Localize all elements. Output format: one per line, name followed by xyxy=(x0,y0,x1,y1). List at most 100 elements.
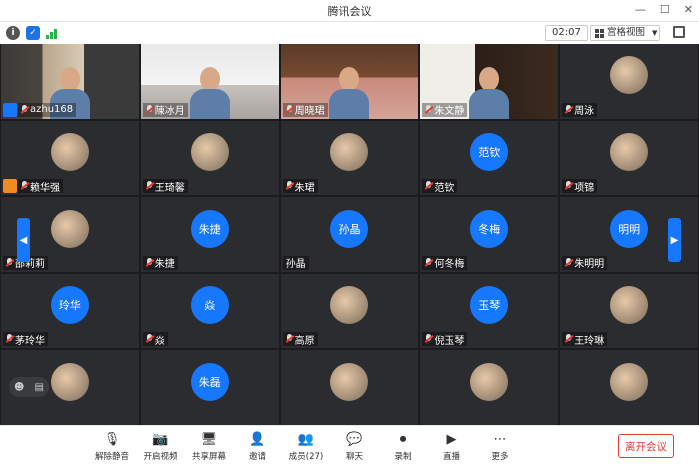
host-badge-icon xyxy=(3,102,17,117)
floating-controls[interactable]: ☻ ▤ xyxy=(9,377,49,397)
avatar xyxy=(610,286,649,325)
toolbar-button-label: 共享屏幕 xyxy=(191,452,226,462)
mic-muted-icon: 🎙 xyxy=(103,431,121,447)
participant-name-tag: 焱 xyxy=(142,332,168,347)
toolbar-button-label: 解除静音 xyxy=(94,452,129,462)
share-screen-icon: 🖥 xyxy=(200,431,218,447)
bottom-control-bar: 离开会议 🎙 解除静音 📷 开启视频 🖥 共享屏幕 👤 邀请 👥 成员(27) 💬 聊天 ⏺ 录制 ▶ 直播 ⋯… xyxy=(0,425,699,465)
signal-icon[interactable] xyxy=(46,27,60,39)
participant-name-tag: 王琦馨 xyxy=(142,179,188,194)
meeting-timer: 02:07 xyxy=(545,25,588,41)
participant-name-tag: 何冬梅 xyxy=(422,255,468,270)
participant-tile[interactable] xyxy=(420,350,559,425)
avatar xyxy=(50,209,89,248)
video-grid: azhu168 陳冰月 周晓珺 朱文静 周泳 赖华强 王琦馨 朱珺 范钦 范钦 项锦 邵莉莉 朱捷 朱捷孙… xyxy=(0,44,699,425)
emoji-icon[interactable]: ☻ xyxy=(14,382,24,393)
participant-tile[interactable]: 朱捷 朱捷 xyxy=(140,197,279,272)
avatar xyxy=(50,132,89,171)
participant-name-tag: 茅玲华 xyxy=(3,332,48,347)
participant-tile[interactable]: azhu168 xyxy=(1,44,139,119)
participant-name-tag: 周泳 xyxy=(562,102,598,118)
more-button[interactable]: ⋯ 更多 xyxy=(476,430,524,463)
participant-tile[interactable]: 赖华强 xyxy=(1,120,139,196)
participant-tile[interactable] xyxy=(560,350,698,425)
toolbar-button-label: 录制 xyxy=(394,452,412,462)
mic-muted-icon xyxy=(146,257,153,268)
chat-button[interactable]: 💬 聊天 xyxy=(331,430,379,463)
participant-name: 孙晶 xyxy=(285,259,306,271)
avatar: 朱捷 xyxy=(190,209,229,248)
participant-name-tag: 高原 xyxy=(282,332,318,347)
participant-tile[interactable]: 玲华 茅玲华 xyxy=(1,273,139,349)
minimize-icon[interactable]: — xyxy=(635,3,646,16)
participant-tile[interactable]: 焱焱 xyxy=(140,273,279,349)
participant-name: 高原 xyxy=(294,335,315,347)
cohost-badge-icon xyxy=(3,179,17,194)
mic-muted-icon xyxy=(565,181,572,191)
participant-tile[interactable]: 朱文静 xyxy=(420,44,559,119)
toolbar-button-label: 邀请 xyxy=(248,452,266,462)
maximize-icon[interactable]: ☐ xyxy=(660,3,670,16)
members-icon: 👥 xyxy=(297,431,315,447)
view-mode-dropdown[interactable]: 宫格视图 ▼ xyxy=(590,25,660,41)
meeting-toolbar: i ✓ 02:07 宫格视图 ▼ xyxy=(0,22,699,44)
participant-name: 朱捷 xyxy=(154,259,175,271)
participant-tile[interactable]: 王玲琳 xyxy=(560,273,698,349)
mic-muted-icon xyxy=(6,257,13,268)
avatar xyxy=(610,56,649,95)
participant-name: 朱明明 xyxy=(574,259,605,271)
participant-name-tag: 朱明明 xyxy=(562,255,608,271)
share-screen-button[interactable]: 🖥 共享屏幕 xyxy=(185,430,233,463)
chat-bubble-icon[interactable]: ▤ xyxy=(35,382,44,393)
close-icon[interactable]: ✕ xyxy=(684,3,693,16)
participant-tile[interactable]: 周晓珺 xyxy=(280,44,419,119)
mic-muted-icon xyxy=(565,104,572,115)
avatar xyxy=(330,286,369,325)
participant-tile[interactable]: 项锦 xyxy=(560,120,698,196)
participant-tile[interactable]: 高原 xyxy=(280,273,419,349)
participant-tile[interactable]: 朱珺 xyxy=(280,120,419,196)
participant-name-tag: 朱捷 xyxy=(142,255,178,271)
toolbar-button-label: 成员(27) xyxy=(288,452,324,462)
participant-tile[interactable]: 冬梅 何冬梅 xyxy=(420,197,559,272)
mic-muted-icon xyxy=(425,334,432,344)
avatar: 玉琴 xyxy=(470,286,509,325)
participant-tile[interactable]: 王琦馨 xyxy=(140,120,279,196)
participant-tile[interactable]: 朱磊 xyxy=(140,350,279,425)
mic-muted-button[interactable]: 🎙 解除静音 xyxy=(88,430,136,463)
mic-muted-icon xyxy=(146,181,153,191)
mic-muted-icon xyxy=(286,181,293,191)
participant-name-tag: 王玲琳 xyxy=(562,332,608,347)
prev-page-arrow[interactable]: ◀ xyxy=(17,218,30,262)
next-page-arrow[interactable]: ▶ xyxy=(668,218,681,262)
invite-button[interactable]: 👤 邀请 xyxy=(234,430,282,463)
toolbar-button-label: 更多 xyxy=(491,452,509,462)
participant-tile[interactable]: 孙晶 孙晶 xyxy=(280,197,419,272)
mic-muted-icon xyxy=(286,104,293,115)
participant-figure xyxy=(189,61,230,119)
camera-off-button[interactable]: 📷 开启视频 xyxy=(137,430,185,463)
invite-icon: 👤 xyxy=(249,431,266,447)
participant-name: azhu168 xyxy=(30,104,74,116)
fullscreen-icon[interactable] xyxy=(673,26,685,38)
live-button[interactable]: ▶ 直播 xyxy=(428,430,476,463)
leave-meeting-button[interactable]: 离开会议 xyxy=(618,434,674,458)
avatar: 孙晶 xyxy=(330,209,369,248)
participant-tile[interactable]: 范钦 范钦 xyxy=(420,120,559,196)
avatar: 玲华 xyxy=(50,286,89,325)
info-icon[interactable]: i xyxy=(6,26,20,40)
record-button[interactable]: ⏺ 录制 xyxy=(379,430,427,463)
participant-tile[interactable]: 陳冰月 xyxy=(140,44,279,119)
participant-tile[interactable]: 周泳 xyxy=(560,44,698,119)
members-button[interactable]: 👥 成员(27) xyxy=(282,430,330,463)
participant-name: 周泳 xyxy=(574,106,595,118)
participant-tile[interactable]: 玉琴 倪玉琴 xyxy=(420,273,559,349)
mic-muted-icon xyxy=(146,334,153,344)
participant-name: 陳冰月 xyxy=(154,106,185,118)
avatar: 范钦 xyxy=(470,132,509,171)
mic-muted-icon xyxy=(21,181,28,191)
shield-icon[interactable]: ✓ xyxy=(26,26,40,40)
participant-name-tag: 项锦 xyxy=(562,179,598,194)
participant-tile[interactable] xyxy=(280,350,419,425)
participant-name-tag: 朱珺 xyxy=(282,179,318,194)
